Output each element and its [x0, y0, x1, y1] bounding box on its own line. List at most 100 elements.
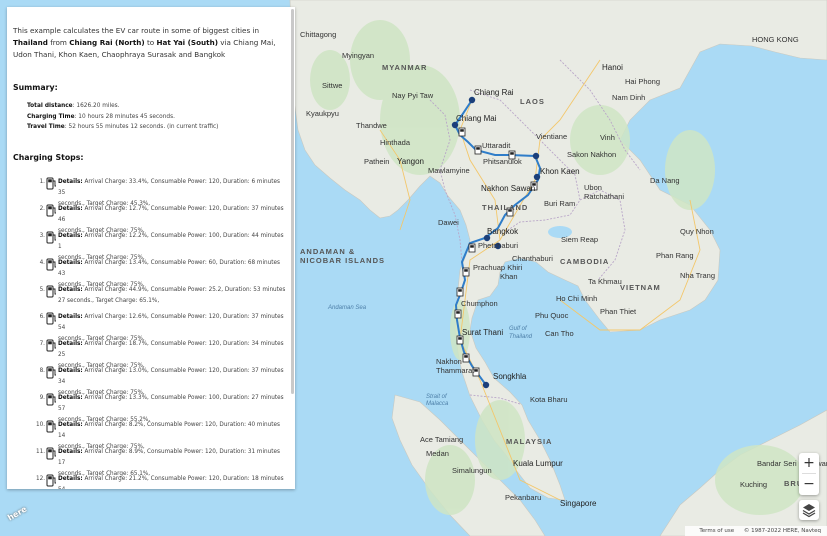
- label-khon-kaen: Khon Kaen: [540, 167, 580, 176]
- stop-number: 5.: [39, 287, 45, 293]
- charger-marker: [474, 145, 482, 155]
- intro-destination: Hat Yai (South): [156, 38, 218, 47]
- stop-number: 10.: [35, 422, 45, 428]
- label-mawlamyine: Mawlamyine: [428, 166, 470, 175]
- label-nay-pyi-taw: Nay Pyi Taw: [392, 91, 434, 100]
- label-pathein: Pathein: [364, 157, 389, 166]
- ev-charger-icon: [46, 447, 56, 460]
- stop-number: 8.: [39, 368, 45, 374]
- label-nakhon: Nakhon: [436, 357, 462, 366]
- label-chiang-mai: Chiang Mai: [456, 114, 497, 123]
- ev-charger-icon: [46, 393, 56, 406]
- label-nicobar: NICOBAR ISLANDS: [300, 256, 385, 265]
- label-malacca: Malacca: [426, 401, 449, 407]
- ev-charger-icon: [46, 285, 56, 298]
- label-vietnam: VIETNAM: [620, 283, 661, 292]
- label-phan-thiet: Phan Thiet: [600, 307, 637, 316]
- ev-charger-icon: [46, 258, 56, 271]
- stop-number: 6.: [39, 314, 45, 320]
- stop-number: 2.: [39, 206, 45, 212]
- label-chittagong: Chittagong: [300, 30, 336, 39]
- ev-charger-icon: [46, 312, 56, 325]
- label-dawei: Dawei: [438, 218, 459, 227]
- intro-country: Thailand: [13, 38, 48, 47]
- summary-heading: Summary:: [13, 83, 58, 92]
- label-da-nang: Da Nang: [650, 176, 680, 185]
- panel-scrollbar[interactable]: [291, 9, 294, 394]
- label-vinh: Vinh: [600, 133, 615, 142]
- label-phitsanulok: Phitsanulok: [483, 157, 522, 166]
- charging-stops-heading: Charging Stops:: [13, 153, 84, 162]
- stop-number: 1.: [39, 179, 45, 185]
- label-uttaradit: Uttaradit: [482, 141, 511, 150]
- map-footer: Terms of use © 1987-2022 HERE, Navteq: [685, 526, 827, 536]
- label-chumphon: Chumphon: [461, 299, 498, 308]
- zoom-control: + −: [799, 453, 819, 495]
- info-panel-content: This example calculates the EV car route…: [7, 7, 289, 489]
- label-ho-chi-minh: Ho Chi Minh: [556, 294, 597, 303]
- label-sittwe: Sittwe: [322, 81, 342, 90]
- charger-marker: [462, 353, 470, 363]
- label-andaman: ANDAMAN &: [300, 247, 355, 256]
- label-kyaukpyu: Kyaukpyu: [306, 109, 339, 118]
- ev-charger-icon: [46, 339, 56, 352]
- intro-prefix: This example calculates the EV car route…: [13, 26, 260, 35]
- label-gulf-thailand: Thailand: [509, 334, 533, 340]
- label-can-tho: Can Tho: [545, 329, 574, 338]
- charger-marker: [462, 267, 470, 277]
- label-nam-dinh: Nam Dinh: [612, 93, 645, 102]
- label-andaman-sea: Andaman Sea: [327, 305, 367, 311]
- intro-from: from: [47, 38, 70, 47]
- label-thailand: THAILAND: [482, 203, 528, 212]
- label-simalungun: Simalungun: [452, 466, 492, 475]
- stop-number: 9.: [39, 395, 45, 401]
- label-malaysia: MALAYSIA: [506, 437, 552, 446]
- ev-charger-icon: [46, 420, 56, 433]
- label-hanoi: Hanoi: [602, 63, 623, 72]
- label-chanthaburi: Chanthaburi: [512, 254, 553, 263]
- label-khan: Khan: [500, 272, 518, 281]
- charger-marker: [456, 335, 464, 345]
- zoom-in-button[interactable]: +: [799, 453, 819, 473]
- layers-button[interactable]: [799, 500, 819, 520]
- label-siem-reap: Siem Reap: [561, 235, 598, 244]
- label-prachuap: Prachuap Khiri: [473, 263, 523, 272]
- copyright-text: © 1987-2022 HERE, Navteq: [743, 528, 821, 534]
- stop-number: 11.: [35, 449, 45, 455]
- label-ace-tamiang: Ace Tamiang: [420, 435, 463, 444]
- charger-marker: [454, 309, 462, 319]
- label-kota-bharu: Kota Bharu: [530, 395, 568, 404]
- label-thandwe: Thandwe: [356, 121, 387, 130]
- label-hai-phong: Hai Phong: [625, 77, 660, 86]
- stop-number: 12.: [35, 476, 45, 482]
- label-nha-trang: Nha Trang: [680, 271, 715, 280]
- info-panel[interactable]: This example calculates the EV car route…: [7, 7, 295, 489]
- label-phetchaburi: Phetchaburi: [478, 241, 518, 250]
- label-nakhon-sawan: Nakhon Sawan: [481, 184, 535, 193]
- summary-travel-time: Travel Time: 52 hours 55 minutes 12 seco…: [27, 124, 219, 130]
- label-songkhla: Songkhla: [493, 372, 527, 381]
- label-thammarat: Thammarat: [436, 366, 475, 375]
- label-hong-kong: HONG KONG: [752, 35, 799, 44]
- charger-marker: [456, 287, 464, 297]
- label-laos: LAOS: [520, 97, 545, 106]
- label-medan: Medan: [426, 449, 449, 458]
- zoom-out-button[interactable]: −: [799, 474, 819, 494]
- terms-of-use-link[interactable]: Terms of use: [699, 528, 734, 534]
- label-hinthada: Hinthada: [380, 138, 411, 147]
- label-pekanbaru: Pekanbaru: [505, 493, 541, 502]
- label-surat-thani: Surat Thani: [462, 328, 503, 337]
- label-yangon: Yangon: [397, 157, 424, 166]
- label-ratchathani: Ratchathani: [584, 192, 624, 201]
- ev-charger-icon: [46, 231, 56, 244]
- charger-marker: [458, 127, 466, 137]
- label-myanmar: MYANMAR: [382, 63, 427, 72]
- stop-details: Details: Arrival Charge: 44.9%, Consumab…: [58, 287, 286, 304]
- label-myingyan: Myingyan: [342, 51, 374, 60]
- label-bangkok: Bangkok: [487, 227, 519, 236]
- label-ubon: Ubon: [584, 183, 602, 192]
- label-sakon-nakhon: Sakon Nakhon: [567, 150, 616, 159]
- label-singapore: Singapore: [560, 499, 597, 508]
- label-phu-quoc: Phu Quoc: [535, 311, 569, 320]
- label-strait-of: Strait of: [426, 394, 448, 400]
